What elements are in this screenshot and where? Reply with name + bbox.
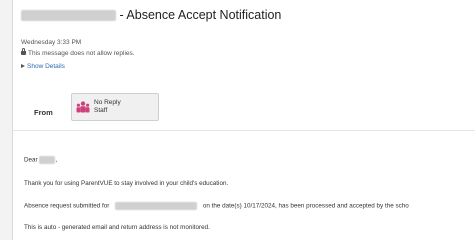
sender-name-line2: Staff [94,106,108,114]
greeting-line: Dear , [24,156,57,164]
show-details-label: Show Details [27,63,65,70]
subject-text: - Absence Accept Notification [119,8,282,22]
body-line-absence: Absence request submitted for on the dat… [24,202,409,210]
greeting-text: Dear [24,156,38,164]
redacted-student [115,202,198,210]
sender-card[interactable]: No Reply Staff [71,93,159,121]
body-line-auto: This is auto - generated email and retur… [24,224,210,231]
email-subject: - Absence Accept Notification [21,8,281,22]
people-icon [76,101,90,113]
show-details-link[interactable]: Show Details [21,63,65,70]
email-datetime: Wednesday 3:33 PM [21,39,82,46]
body-line-thanks: Thank you for using ParentVUE to stay in… [24,180,229,187]
absence-post: on the date(s) 10/17/2024, has been proc… [202,202,409,210]
no-reply-notice: This message does not allow replies. [21,48,135,57]
from-row: From No Reply Staff [13,84,475,131]
from-label: From [34,108,53,117]
email-reading-pane: - Absence Accept Notification Wednesday … [12,0,475,240]
absence-pre: Absence request submitted for [24,202,110,210]
lock-icon [21,48,26,56]
sender-name: No Reply Staff [94,99,121,114]
redacted-recipient [39,156,56,164]
caret-right-icon [21,64,25,69]
no-reply-text: This message does not allow replies. [28,50,135,57]
redacted-sender [21,10,116,22]
sender-name-line1: No Reply [94,99,121,106]
greeting-comma: , [55,156,58,164]
